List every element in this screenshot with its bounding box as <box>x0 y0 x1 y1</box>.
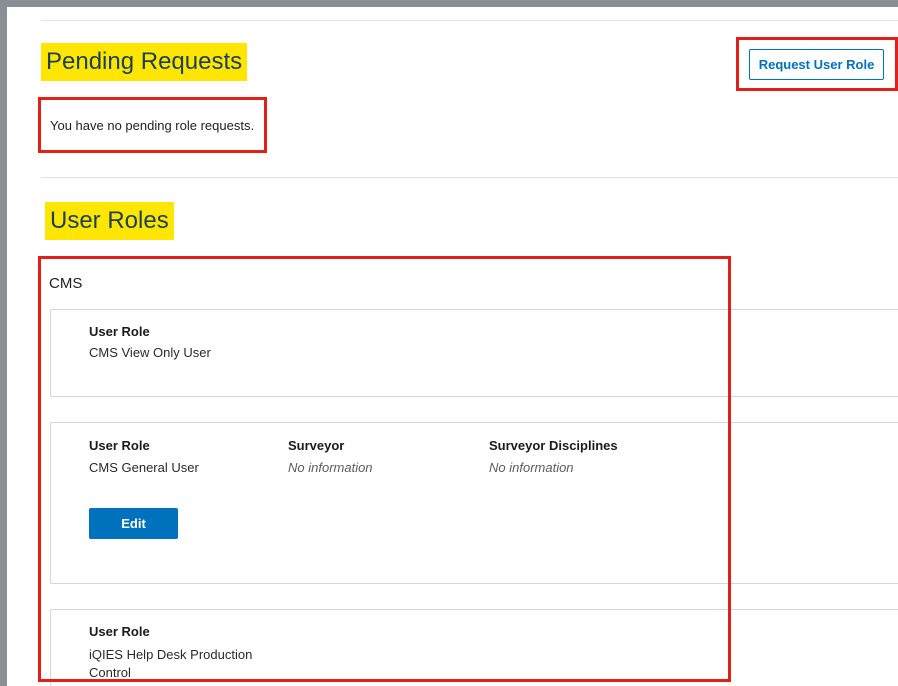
annotation-box-user-roles <box>38 256 731 682</box>
pending-requests-heading: Pending Requests <box>41 43 248 81</box>
user-roles-heading: User Roles <box>45 202 174 240</box>
request-user-role-button[interactable]: Request User Role <box>749 49 884 80</box>
divider-top <box>41 20 898 21</box>
window-frame-left <box>0 0 7 686</box>
window-frame-top <box>0 0 898 7</box>
divider-middle <box>41 177 898 178</box>
no-pending-requests-message: You have no pending role requests. <box>50 118 255 133</box>
